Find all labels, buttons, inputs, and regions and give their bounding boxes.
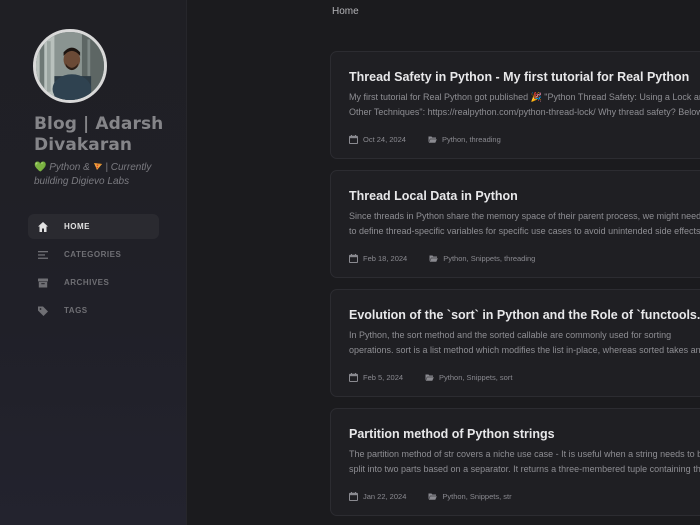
post-categories[interactable]: Python, Snippets, sort bbox=[439, 373, 512, 382]
folder-open-icon bbox=[428, 135, 437, 144]
breadcrumb: Home bbox=[332, 6, 359, 17]
post-date: Oct 24, 2024 bbox=[363, 135, 406, 144]
post-title[interactable]: Thread Safety in Python - My first tutor… bbox=[349, 69, 700, 85]
post-list: Thread Safety in Python - My first tutor… bbox=[330, 51, 700, 525]
green-heart-icon: 💚 bbox=[34, 162, 47, 173]
post-date: Jan 22, 2024 bbox=[363, 492, 407, 501]
post-excerpt: In Python, the sort method and the sorte… bbox=[349, 330, 700, 355]
nav-item-home[interactable]: HOME bbox=[28, 214, 159, 239]
sidebar: Blog | Adarsh Divakaran 💚 Python & | Cur… bbox=[0, 0, 187, 525]
nav-item-categories[interactable]: CATEGORIES bbox=[28, 242, 159, 267]
folder-open-icon bbox=[425, 373, 434, 382]
folder-open-icon bbox=[429, 254, 439, 263]
archive-icon bbox=[36, 276, 50, 290]
nav-label: HOME bbox=[64, 222, 90, 231]
post-excerpt: Since threads in Python share the memory… bbox=[349, 211, 700, 236]
post-meta: Jan 22, 2024 Python, Snippets, str bbox=[349, 492, 512, 501]
post-meta: Oct 24, 2024 Python, threading bbox=[349, 135, 501, 144]
nav-label: TAGS bbox=[64, 306, 88, 315]
nav-item-archives[interactable]: ARCHIVES bbox=[28, 270, 159, 295]
post-date: Feb 5, 2024 bbox=[363, 373, 404, 382]
post-card[interactable]: Evolution of the `sort` in Python and th… bbox=[330, 289, 700, 397]
post-meta: Feb 5, 2024 Python, Snippets, sort bbox=[349, 373, 512, 382]
sidebar-nav: HOME CATEGORIES ARCHIVES TAGS bbox=[28, 214, 159, 326]
post-card[interactable]: Partition method of Python strings The p… bbox=[330, 408, 700, 516]
calendar-icon bbox=[349, 492, 358, 501]
calendar-icon bbox=[349, 135, 358, 144]
nav-label: CATEGORIES bbox=[64, 250, 122, 259]
calendar-icon bbox=[349, 373, 358, 382]
post-excerpt: My first tutorial for Real Python got pu… bbox=[349, 92, 700, 117]
categories-icon bbox=[36, 248, 50, 262]
post-categories[interactable]: Python, Snippets, threading bbox=[443, 254, 535, 263]
nav-item-tags[interactable]: TAGS bbox=[28, 298, 159, 323]
site-subtitle: 💚 Python & | Currently building Digievo … bbox=[34, 161, 184, 189]
home-icon bbox=[36, 220, 50, 234]
subtitle-text-1: Python & bbox=[46, 162, 93, 173]
post-categories[interactable]: Python, Snippets, str bbox=[442, 492, 511, 501]
avatar[interactable] bbox=[33, 29, 107, 103]
pizza-icon bbox=[93, 162, 103, 171]
post-meta: Feb 18, 2024 Python, Snippets, threading bbox=[349, 254, 535, 263]
post-title[interactable]: Evolution of the `sort` in Python and th… bbox=[349, 307, 700, 323]
calendar-icon bbox=[349, 254, 358, 263]
site-title[interactable]: Blog | Adarsh Divakaran bbox=[34, 114, 184, 156]
post-card[interactable]: Thread Safety in Python - My first tutor… bbox=[330, 51, 700, 159]
tags-icon bbox=[36, 304, 50, 318]
post-card[interactable]: Thread Local Data in Python Since thread… bbox=[330, 170, 700, 278]
post-categories[interactable]: Python, threading bbox=[442, 135, 501, 144]
post-date: Feb 18, 2024 bbox=[363, 254, 408, 263]
folder-open-icon bbox=[428, 492, 438, 501]
nav-label: ARCHIVES bbox=[64, 278, 110, 287]
post-excerpt: The partition method of str covers a nic… bbox=[349, 449, 700, 474]
post-title[interactable]: Partition method of Python strings bbox=[349, 426, 700, 442]
post-title[interactable]: Thread Local Data in Python bbox=[349, 188, 700, 204]
